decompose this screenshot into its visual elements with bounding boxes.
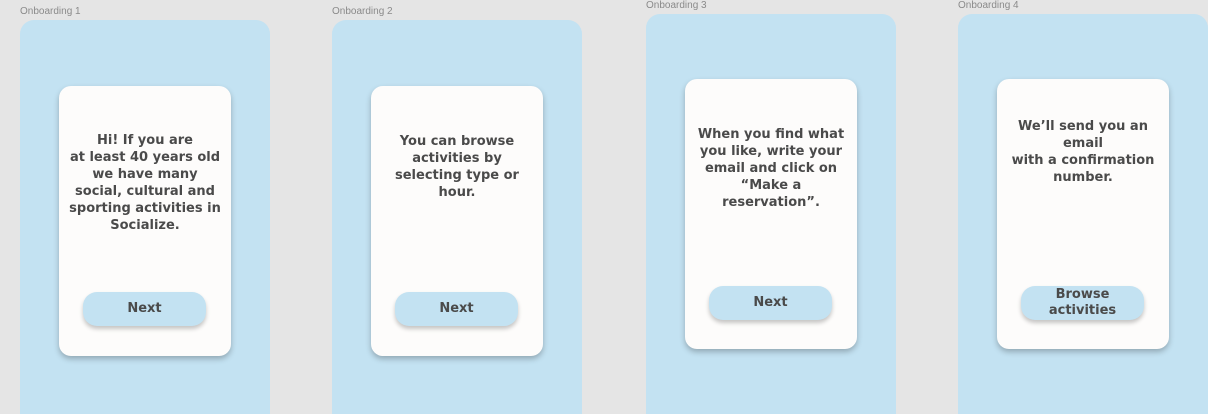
- next-button[interactable]: Next: [83, 292, 206, 326]
- onboarding-card: Hi! If you are at least 40 years old we …: [59, 86, 231, 356]
- frame-label-onboarding-1: Onboarding 1: [20, 6, 81, 17]
- next-button[interactable]: Next: [709, 286, 832, 320]
- onboarding-message: Hi! If you are at least 40 years old we …: [69, 133, 221, 233]
- onboarding-card: When you find what you like, write your …: [685, 79, 857, 349]
- onboarding-message: When you find what you like, write your …: [697, 127, 845, 210]
- onboarding-screen-3: When you find what you like, write your …: [646, 14, 896, 414]
- onboarding-message: We’ll send you an email with a confirmat…: [1011, 119, 1155, 185]
- frame-label-onboarding-3: Onboarding 3: [646, 0, 707, 11]
- frame-label-onboarding-2: Onboarding 2: [332, 6, 393, 17]
- onboarding-message: You can browse activities by selecting t…: [395, 134, 519, 200]
- onboarding-card: You can browse activities by selecting t…: [371, 86, 543, 356]
- browse-activities-button[interactable]: Browse activities: [1021, 286, 1144, 320]
- frame-label-onboarding-4: Onboarding 4: [958, 0, 1019, 11]
- next-button[interactable]: Next: [395, 292, 518, 326]
- onboarding-screen-1: Hi! If you are at least 40 years old we …: [20, 20, 270, 414]
- onboarding-screen-2: You can browse activities by selecting t…: [332, 20, 582, 414]
- onboarding-screen-4: We’ll send you an email with a confirmat…: [958, 14, 1208, 414]
- onboarding-card: We’ll send you an email with a confirmat…: [997, 79, 1169, 349]
